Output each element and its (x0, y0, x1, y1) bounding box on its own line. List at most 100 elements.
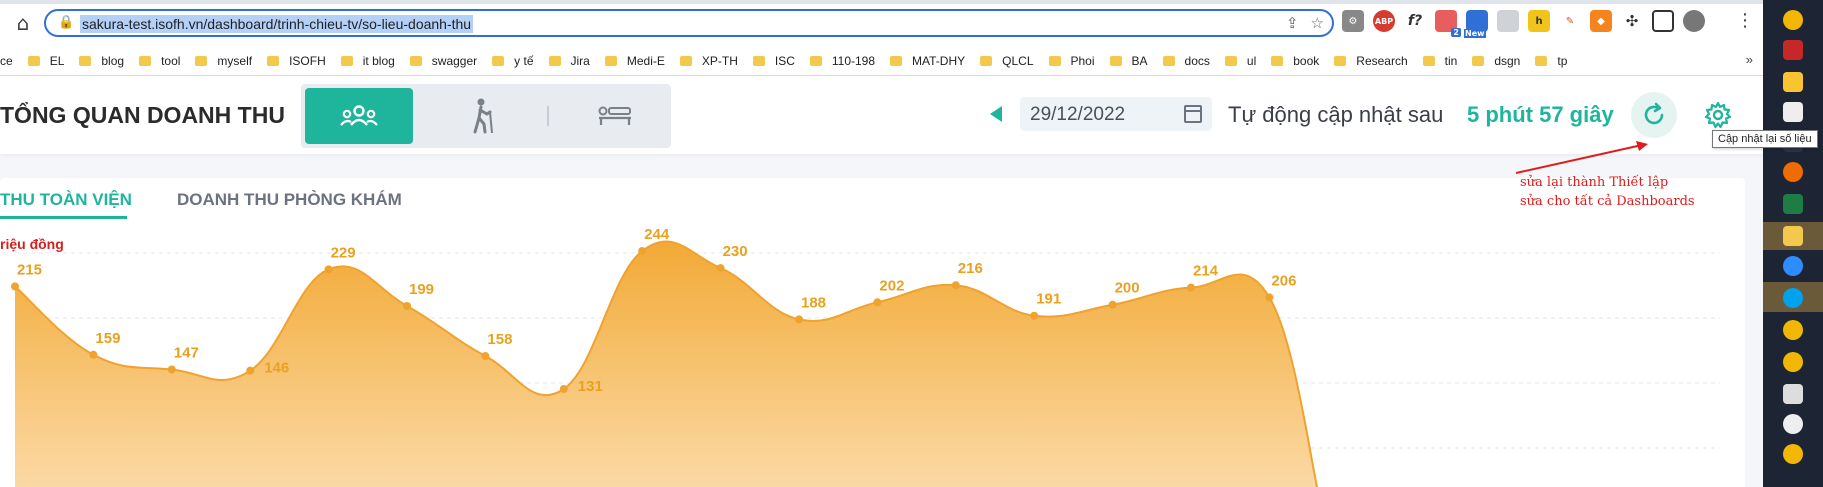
folder-icon (980, 55, 993, 66)
data-point[interactable] (795, 315, 803, 324)
inpatient-view-button[interactable] (561, 88, 669, 144)
share-icon[interactable]: ⇪ (1286, 14, 1299, 32)
patients-view-button[interactable] (305, 88, 413, 144)
bookmark-label: XP-TH (701, 53, 738, 68)
data-point[interactable] (246, 366, 255, 375)
puzzle-icon[interactable]: ✣ (1621, 10, 1643, 32)
bookmark-item[interactable]: ISOFH (267, 54, 326, 68)
data-point[interactable] (559, 385, 568, 393)
bookmark-item[interactable]: dsgn (1472, 54, 1520, 68)
bookmark-item[interactable]: it blog (340, 53, 395, 68)
bookmark-item[interactable]: QLCL (980, 54, 1034, 68)
refresh-button[interactable] (1631, 92, 1677, 138)
extension-gear-icon[interactable]: ⚙ (1342, 10, 1364, 32)
data-label: 146 (264, 360, 289, 377)
bookmark-label: myself (217, 53, 253, 68)
app-smile-icon[interactable] (1783, 414, 1803, 434)
chrome-icon-4[interactable] (1783, 444, 1803, 464)
adblock-icon[interactable]: ABP (1373, 10, 1395, 32)
bookmark-item[interactable]: y tế (492, 54, 534, 68)
outpatient-view-button[interactable] (429, 88, 537, 144)
segment-divider (547, 106, 549, 126)
bed-icon (598, 106, 631, 125)
data-label: 214 (1193, 263, 1219, 280)
chrome-icon-3[interactable] (1783, 352, 1803, 372)
photos-icon[interactable] (1783, 384, 1803, 404)
previous-date-arrow[interactable] (990, 106, 1002, 122)
adblock-label: ABP (1374, 16, 1394, 26)
bookmark-item[interactable]: 110-198 (809, 53, 876, 68)
bookmark-item[interactable]: Research (1334, 54, 1408, 68)
data-point[interactable] (1108, 300, 1117, 309)
data-point[interactable] (167, 365, 176, 374)
data-point[interactable] (951, 281, 960, 290)
bookmark-item[interactable]: swagger (409, 53, 478, 68)
bookmark-item[interactable]: ISC (752, 54, 795, 68)
profile-avatar[interactable] (1683, 10, 1705, 32)
url-text[interactable]: sakura-test.isofh.vn/dashboard/trinh-chi… (80, 15, 474, 33)
data-point[interactable] (403, 301, 411, 310)
bookmark-item[interactable]: BA (1109, 53, 1148, 68)
bookmark-item[interactable]: EL (27, 54, 64, 68)
data-point[interactable] (11, 282, 19, 291)
bookmark-item[interactable]: Medi-E (604, 54, 665, 68)
folder-icon (604, 55, 617, 66)
skype-icon[interactable] (1783, 288, 1803, 308)
data-point[interactable] (1030, 311, 1039, 320)
bookmark-item[interactable]: tp (1535, 54, 1567, 68)
notes-extension-icon[interactable]: h (1528, 10, 1550, 32)
bookmarks-more-icon[interactable]: » (1746, 52, 1753, 67)
app-red-icon[interactable] (1783, 40, 1803, 60)
bookmark-item[interactable]: tin (1422, 53, 1458, 68)
new-extension-icon[interactable]: New (1464, 10, 1488, 38)
bookmark-item[interactable]: Jira (548, 54, 590, 68)
bookmark-item[interactable]: MAT-DHY (890, 54, 965, 68)
chrome-icon-2[interactable] (1783, 320, 1803, 340)
data-label: 158 (487, 331, 512, 348)
bookmark-item[interactable]: ce (0, 54, 13, 68)
lock-icon[interactable]: 🔒 (58, 15, 74, 30)
data-point[interactable] (481, 352, 490, 361)
sidepanel-icon[interactable] (1652, 10, 1674, 32)
data-point[interactable] (324, 265, 333, 274)
bookmark-label: it blog (362, 53, 395, 68)
bookmark-item[interactable]: docs (1162, 54, 1210, 68)
more-menu-icon[interactable]: ⋮ (1736, 10, 1754, 31)
data-point[interactable] (638, 247, 647, 255)
extension-badge-icon[interactable]: 2 (1435, 10, 1461, 37)
bookmark-item[interactable]: tool (139, 54, 180, 68)
data-point[interactable] (1265, 293, 1274, 302)
date-picker[interactable]: 29/12/2022 (1020, 97, 1212, 131)
data-point[interactable] (716, 264, 725, 273)
bookmark-label: swagger (431, 53, 478, 68)
walking-elderly-icon (473, 98, 493, 134)
bookmark-item[interactable]: book (1271, 54, 1319, 68)
star-icon[interactable]: ☆ (1311, 14, 1324, 32)
home-icon[interactable]: ⌂ (12, 12, 34, 34)
chrome-icon[interactable] (1783, 10, 1803, 30)
app-white-icon[interactable] (1783, 102, 1803, 122)
bookmark-label: tin (1444, 53, 1458, 68)
folder-icon (139, 55, 152, 66)
bookmark-item[interactable]: blog (79, 54, 124, 68)
sticky-notes-icon[interactable] (1783, 226, 1803, 246)
group-people-icon (340, 105, 378, 126)
formula-extension-icon[interactable]: f? (1404, 10, 1426, 32)
extension-bar-icon[interactable] (1497, 10, 1519, 32)
data-point[interactable] (1187, 283, 1195, 292)
data-point[interactable] (89, 350, 98, 359)
bookmark-item[interactable]: XP-TH (679, 53, 738, 68)
zoom-icon[interactable] (1783, 256, 1803, 276)
bookmark-item[interactable]: ul (1224, 54, 1256, 68)
bookmark-label: BA (1131, 53, 1148, 68)
excel-icon[interactable] (1783, 194, 1803, 214)
address-bar[interactable]: 🔒 sakura-test.isofh.vn/dashboard/trinh-c… (44, 9, 1334, 37)
data-point[interactable] (873, 298, 882, 307)
bookmark-label: 110-198 (831, 53, 876, 68)
bookmark-item[interactable]: Phoi (1048, 54, 1095, 68)
bookmark-item[interactable]: myself (195, 54, 252, 68)
folder-icon[interactable] (1783, 72, 1803, 92)
metamask-icon[interactable]: ◆ (1590, 10, 1612, 32)
dropper-extension-icon[interactable]: ✎ (1559, 10, 1581, 32)
app-orange-icon[interactable] (1783, 162, 1803, 182)
